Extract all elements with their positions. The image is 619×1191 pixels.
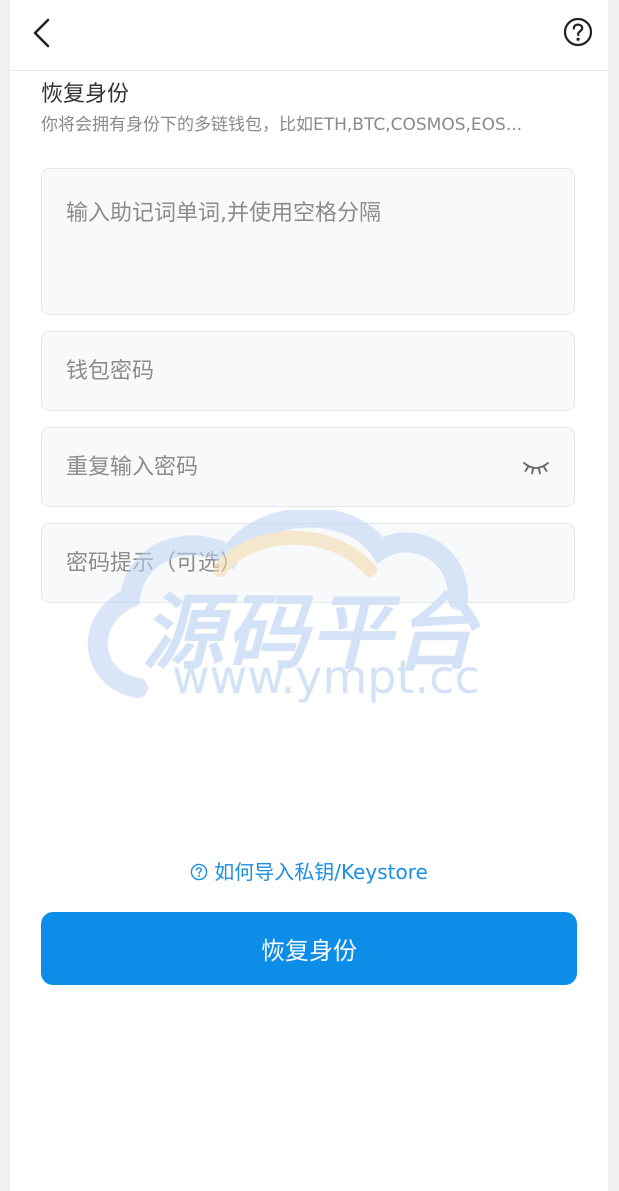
restore-identity-button[interactable]: 恢复身份 bbox=[41, 912, 577, 985]
import-private-key-label: 如何导入私钥/Keystore bbox=[214, 860, 428, 884]
top-bar bbox=[10, 0, 608, 71]
page-title: 恢复身份 bbox=[41, 82, 130, 107]
eye-closed-icon[interactable] bbox=[522, 456, 550, 478]
watermark-url: www.ympt.cc bbox=[172, 650, 480, 704]
repeat-password-input[interactable] bbox=[42, 428, 574, 506]
import-private-key-link[interactable]: 如何导入私钥/Keystore bbox=[10, 856, 608, 885]
password-input[interactable] bbox=[42, 332, 574, 410]
mnemonic-input[interactable] bbox=[42, 169, 574, 314]
help-button[interactable] bbox=[562, 16, 594, 48]
chevron-left-icon bbox=[33, 18, 50, 48]
question-circle-icon bbox=[563, 17, 593, 47]
mnemonic-field[interactable] bbox=[41, 168, 575, 315]
question-circle-icon bbox=[190, 863, 208, 881]
back-button[interactable] bbox=[26, 12, 62, 52]
password-hint-input[interactable] bbox=[42, 524, 574, 602]
password-hint-field[interactable] bbox=[41, 523, 575, 603]
page-subtitle: 你将会拥有身份下的多链钱包，比如ETH,BTC,COSMOS,EOS... bbox=[41, 115, 523, 135]
app-screen: 恢复身份 你将会拥有身份下的多链钱包，比如ETH,BTC,COSMOS,EOS.… bbox=[10, 0, 608, 1191]
repeat-password-field[interactable] bbox=[41, 427, 575, 507]
password-field[interactable] bbox=[41, 331, 575, 411]
